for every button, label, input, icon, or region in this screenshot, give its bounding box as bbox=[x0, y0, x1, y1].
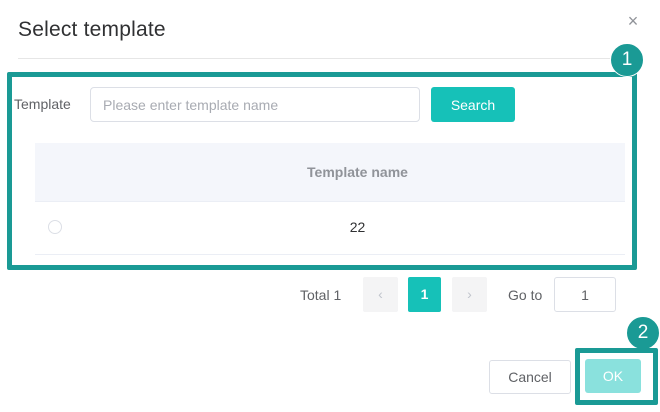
cancel-button[interactable]: Cancel bbox=[489, 360, 571, 394]
dialog-title: Select template bbox=[18, 18, 166, 41]
select-template-dialog: Select template × 1 Template Search Temp… bbox=[0, 0, 660, 412]
table-header: Template name bbox=[35, 143, 625, 202]
search-button[interactable]: Search bbox=[431, 87, 515, 122]
ok-button[interactable]: OK bbox=[585, 359, 641, 393]
chevron-right-icon: › bbox=[467, 286, 472, 302]
annotation-badge-1: 1 bbox=[610, 43, 644, 77]
prev-page-button[interactable]: ‹ bbox=[363, 277, 398, 312]
title-divider bbox=[18, 58, 640, 59]
pagination-total: Total 1 bbox=[300, 287, 342, 303]
annotation-badge-2: 2 bbox=[626, 316, 660, 350]
template-name-input[interactable] bbox=[90, 87, 420, 122]
goto-label: Go to bbox=[508, 287, 543, 303]
template-label: Template bbox=[14, 96, 71, 112]
page-number-1[interactable]: 1 bbox=[408, 277, 441, 312]
close-icon[interactable]: × bbox=[624, 12, 642, 30]
next-page-button[interactable]: › bbox=[452, 277, 487, 312]
column-header-template-name: Template name bbox=[307, 164, 408, 180]
template-name-cell: 22 bbox=[349, 219, 366, 235]
chevron-left-icon: ‹ bbox=[378, 286, 383, 302]
table-row[interactable]: 22 bbox=[35, 201, 625, 255]
goto-page-input[interactable] bbox=[554, 277, 616, 312]
